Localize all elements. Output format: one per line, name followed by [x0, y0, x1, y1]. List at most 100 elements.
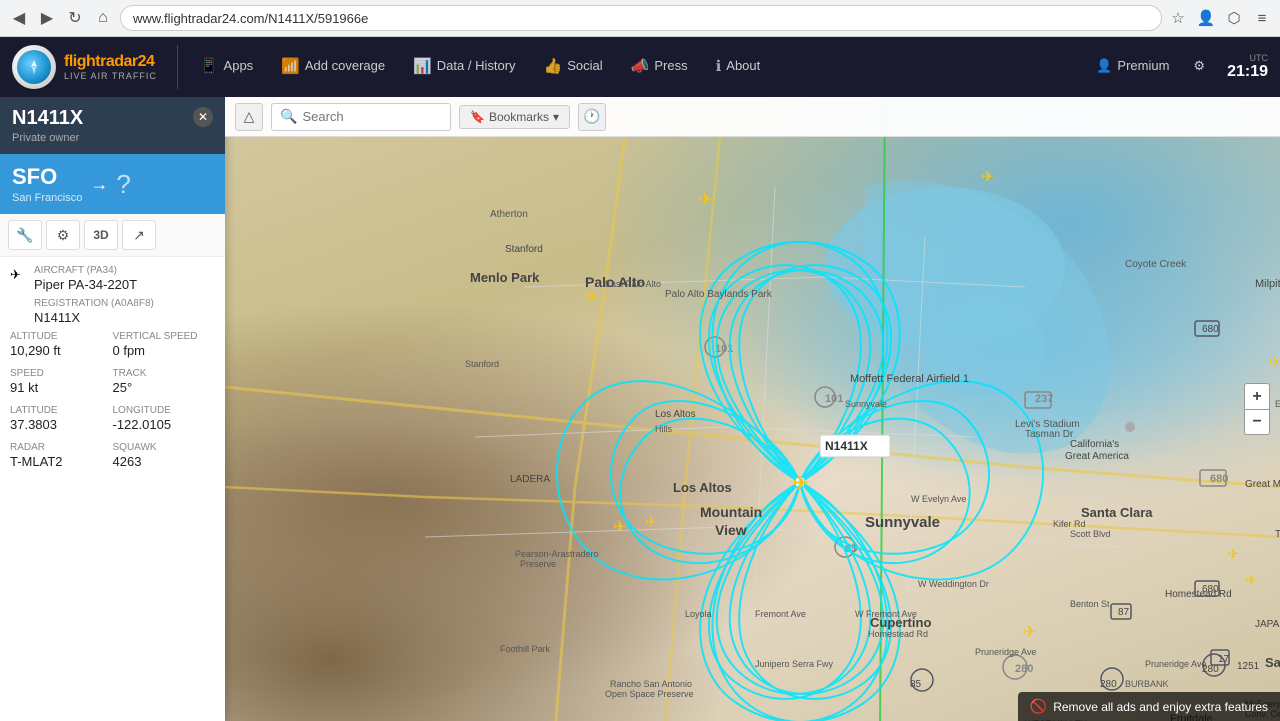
bottom-banner[interactable]: 🚫 Remove all ads and enjoy extra feature… [1018, 692, 1280, 721]
radar-squawk-row: Radar T-MLAT2 Squawk 4263 [10, 442, 215, 469]
banner-icon: 🚫 [1030, 698, 1047, 715]
logo-accent: 24 [138, 53, 155, 70]
nav-item-add-coverage[interactable]: 📶 Add coverage [267, 37, 399, 97]
wrench-tool-button[interactable]: 🔧 [8, 220, 42, 250]
clock-button[interactable]: 🕐 [578, 103, 606, 131]
browser-icons: ☆ 👤 ⬡ ≡ [1168, 8, 1272, 28]
radar-value: T-MLAT2 [10, 454, 113, 469]
route-dest-icon: ? [116, 169, 130, 200]
route-bar: SFO San Francisco → ? [0, 154, 225, 214]
altitude-value: 10,290 ft [10, 343, 113, 358]
settings-tool-button[interactable]: ⚙ [46, 220, 80, 250]
map-up-button[interactable]: △ [235, 103, 263, 131]
aircraft-name: Piper PA-34-220T [34, 277, 215, 292]
sidebar-data: ✈ Aircraft (PA34) Piper PA-34-220T Regis… [0, 257, 225, 721]
svg-text:Santa Clara: Santa Clara [1081, 505, 1153, 520]
svg-text:Levi's Stadium: Levi's Stadium [1015, 419, 1080, 430]
svg-text:Sunnyvale: Sunnyvale [865, 514, 940, 531]
address-bar[interactable] [120, 5, 1162, 31]
home-button[interactable]: ⌂ [92, 7, 114, 29]
svg-text:Pearson-Arastradero: Pearson-Arastradero [515, 549, 599, 559]
logo-circle [12, 45, 56, 89]
bookmarks-button[interactable]: 🔖 Bookmarks ▾ [459, 105, 570, 129]
refresh-button[interactable]: ↻ [64, 7, 86, 29]
svg-text:Junipero Serra Fwy: Junipero Serra Fwy [755, 659, 834, 669]
svg-text:Stanford: Stanford [505, 244, 543, 255]
data-history-icon: 📊 [413, 57, 432, 75]
settings-button[interactable]: ⚙ [1183, 37, 1215, 97]
longitude-label: Longitude [113, 405, 216, 416]
nav-item-press[interactable]: 📣 Press [617, 37, 702, 97]
latitude-col: Latitude 37.3803 [10, 405, 113, 432]
add-coverage-icon: 📶 [281, 57, 300, 75]
route-origin: SFO San Francisco [12, 164, 82, 204]
close-button[interactable]: ✕ [193, 107, 213, 127]
svg-text:Pruneridge Ave: Pruneridge Ave [1145, 659, 1206, 669]
app-container: flightradar24 LIVE AIR TRAFFIC 📱 Apps 📶 … [0, 37, 1280, 721]
nav-label-about: About [726, 58, 760, 73]
top-nav: flightradar24 LIVE AIR TRAFFIC 📱 Apps 📶 … [0, 37, 1280, 97]
svg-text:Homestead Rd: Homestead Rd [1165, 589, 1232, 600]
bookmarks-label: Bookmarks [489, 110, 549, 124]
origin-city: San Francisco [12, 192, 82, 204]
logo-sub: LIVE AIR TRAFFIC [64, 71, 157, 81]
map-area[interactable]: 101 101 237 85 280 680 [225, 97, 1280, 721]
aircraft-owner: Private owner [12, 132, 83, 144]
sidebar-header: N1411X Private owner ✕ [0, 97, 225, 154]
svg-text:LADERA: LADERA [510, 474, 550, 485]
vertical-speed-label: Vertical Speed [113, 331, 216, 342]
squawk-col: Squawk 4263 [113, 442, 216, 469]
nav-item-about[interactable]: ℹ About [702, 37, 775, 97]
svg-text:✈: ✈ [698, 189, 713, 209]
aircraft-type-col: Aircraft (PA34) Piper PA-34-220T [34, 265, 215, 292]
extension-icon[interactable]: ⬡ [1224, 8, 1244, 28]
svg-text:✈: ✈ [1269, 354, 1280, 371]
sidebar-panel: N1411X Private owner ✕ SFO San Francisco… [0, 97, 225, 721]
sidebar-tools: 🔧 ⚙ 3D ↗ [0, 214, 225, 257]
logo-area: flightradar24 LIVE AIR TRAFFIC [12, 45, 178, 89]
track-label: Track [113, 368, 216, 379]
svg-text:Los Altos: Los Altos [655, 409, 696, 420]
svg-text:17: 17 [1218, 654, 1230, 665]
zoom-out-button[interactable]: − [1244, 409, 1270, 435]
svg-text:Palo Alto Baylands Park: Palo Alto Baylands Park [665, 289, 773, 300]
svg-text:Menlo Park: Menlo Park [470, 270, 540, 285]
3d-view-button[interactable]: 3D [84, 220, 118, 250]
svg-text:680: 680 [1202, 324, 1219, 335]
zoom-in-button[interactable]: + [1244, 383, 1270, 409]
settings-icon: ⚙ [1193, 58, 1205, 74]
origin-code: SFO [12, 164, 82, 190]
forward-button[interactable]: ▶ [36, 7, 58, 29]
nav-item-apps[interactable]: 📱 Apps [186, 37, 267, 97]
svg-text:Mountain: Mountain [700, 504, 762, 520]
search-icon: 🔍 [280, 108, 297, 125]
utc-label: UTC [1250, 53, 1269, 63]
premium-button[interactable]: 👤 Premium [1086, 37, 1179, 97]
menu-icon[interactable]: ≡ [1252, 8, 1272, 28]
svg-text:✈: ✈ [981, 169, 994, 186]
logo-brand: flightradar24 [64, 53, 157, 71]
longitude-col: Longitude -122.0105 [113, 405, 216, 432]
search-input[interactable] [302, 109, 442, 124]
nav-item-data-history[interactable]: 📊 Data / History [399, 37, 529, 97]
share-button[interactable]: ↗ [122, 220, 156, 250]
bookmarks-chevron-icon: ▾ [553, 110, 559, 124]
svg-text:✈: ✈ [1023, 624, 1036, 641]
nav-label-social: Social [567, 58, 602, 73]
altitude-label: Altitude [10, 331, 113, 342]
star-icon[interactable]: ☆ [1168, 8, 1188, 28]
back-button[interactable]: ◀ [8, 7, 30, 29]
nav-right: 👤 Premium ⚙ UTC 21:19 [1086, 37, 1268, 97]
longitude-value: -122.0105 [113, 417, 216, 432]
nav-label-press: Press [654, 58, 687, 73]
svg-text:Hills: Hills [655, 424, 672, 434]
svg-text:Coyote Creek: Coyote Creek [1125, 259, 1187, 270]
svg-text:Fremont Ave: Fremont Ave [755, 609, 806, 619]
nav-item-social[interactable]: 👍 Social [530, 37, 617, 97]
profile-icon[interactable]: 👤 [1196, 8, 1216, 28]
svg-text:280: 280 [1015, 663, 1033, 675]
svg-text:Atherton: Atherton [490, 209, 528, 220]
svg-text:Scott Blvd: Scott Blvd [1070, 529, 1111, 539]
vertical-speed-value: 0 fpm [113, 343, 216, 358]
registration-col: Registration (A0A8F8) N1411X [34, 298, 215, 325]
